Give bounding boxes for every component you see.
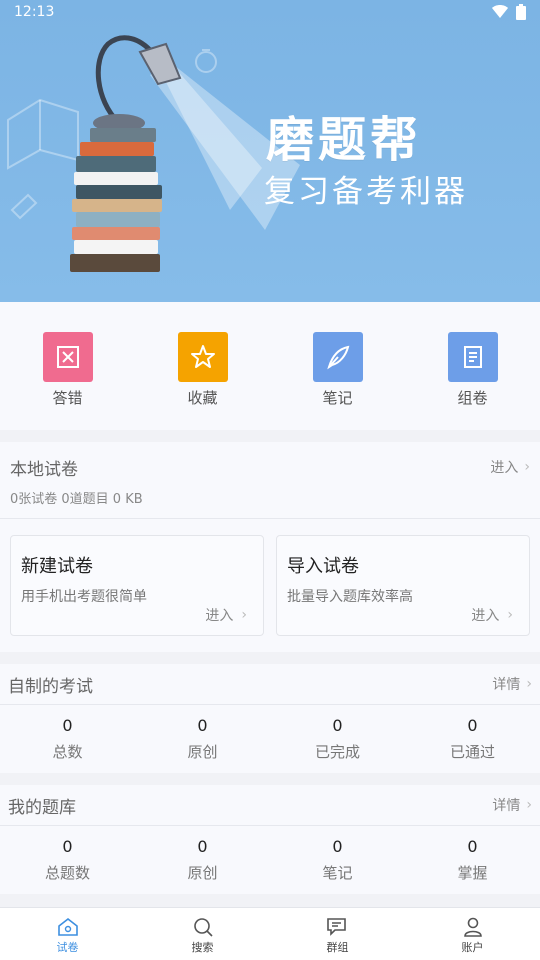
bank-stat-original[interactable]: 0 原创	[135, 826, 270, 894]
stat-value: 0	[62, 716, 73, 735]
my-exams-section: 自制的考试 详情 › 0 总数 0 原创 0 已完成 0 已通过	[0, 664, 540, 773]
chevron-right-icon: ›	[524, 459, 530, 475]
wrong-answers-icon	[42, 332, 93, 382]
new-paper-enter-link[interactable]: 进入 ›	[205, 605, 247, 625]
local-papers-section: 本地试卷 进入 › 0张试卷 0道题目 0 KB 新建试卷 用手机出考题很简单 …	[0, 442, 540, 652]
star-icon	[177, 332, 228, 382]
exam-stat-original[interactable]: 0 原创	[135, 705, 270, 773]
nav-tab-search[interactable]: 搜索	[135, 908, 270, 960]
bank-stat-mastered[interactable]: 0 掌握	[405, 826, 540, 894]
local-papers-enter-label: 进入	[490, 460, 519, 476]
import-paper-card[interactable]: 导入试卷 批量导入题库效率高 进入 ›	[276, 535, 530, 636]
card-title: 导入试卷	[287, 556, 359, 577]
stat-label: 原创	[187, 864, 218, 882]
my-bank-title: 我的题库	[8, 797, 76, 818]
stat-value: 0	[467, 716, 478, 735]
stat-value: 0	[62, 837, 73, 856]
my-bank-section: 我的题库 详情 › 0 总题数 0 原创 0 笔记 0 掌握	[0, 785, 540, 894]
stat-label: 已通过	[449, 743, 495, 761]
chevron-right-icon: ›	[507, 607, 513, 623]
card-title: 新建试卷	[21, 556, 93, 577]
home-icon	[57, 917, 78, 936]
stat-value: 0	[332, 716, 343, 735]
banner-title: 磨题帮	[266, 112, 423, 168]
stat-label: 掌握	[457, 864, 488, 882]
stat-value: 0	[197, 837, 208, 856]
exam-stat-passed[interactable]: 0 已通过	[405, 705, 540, 773]
my-bank-details-label: 详情	[492, 798, 521, 814]
card-desc: 用手机出考题很简单	[21, 589, 147, 605]
exam-stat-total[interactable]: 0 总数	[0, 705, 135, 773]
my-exams-details-label: 详情	[492, 677, 521, 693]
my-exams-title: 自制的考试	[8, 676, 93, 697]
stat-label: 总数	[52, 743, 83, 761]
card-link-label: 进入	[471, 608, 500, 624]
quick-action-wrong[interactable]: 答错	[0, 302, 135, 430]
quick-action-label: 笔记	[322, 389, 353, 407]
nav-tab-account[interactable]: 账户	[405, 908, 540, 960]
my-bank-details-link[interactable]: 详情 ›	[492, 795, 532, 815]
quick-action-label: 答错	[52, 389, 83, 407]
status-time: 12:13	[14, 4, 55, 20]
stat-label: 笔记	[322, 864, 353, 882]
local-papers-title: 本地试卷	[10, 459, 78, 480]
nav-label: 试卷	[56, 941, 79, 954]
nav-label: 群组	[326, 941, 349, 954]
new-paper-card[interactable]: 新建试卷 用手机出考题很简单 进入 ›	[10, 535, 264, 636]
chat-icon	[326, 918, 346, 936]
chevron-right-icon: ›	[526, 676, 532, 692]
nav-label: 搜索	[191, 941, 214, 954]
stat-value: 0	[467, 837, 478, 856]
battery-icon	[516, 4, 526, 20]
chevron-right-icon: ›	[526, 797, 532, 813]
quick-action-compose[interactable]: 组卷	[405, 302, 540, 430]
local-papers-stats: 0张试卷 0道题目 0 KB	[10, 492, 143, 507]
bank-stat-total[interactable]: 0 总题数	[0, 826, 135, 894]
local-papers-enter-link[interactable]: 进入 ›	[490, 457, 530, 477]
quick-action-label: 组卷	[457, 389, 488, 407]
nav-tab-papers[interactable]: 试卷	[0, 908, 135, 960]
bottom-nav: 试卷 搜索 群组 账户	[0, 907, 540, 960]
stat-label: 已完成	[314, 743, 360, 761]
card-desc: 批量导入题库效率高	[287, 589, 413, 605]
status-bar: 12:13	[0, 0, 540, 24]
stat-value: 0	[197, 716, 208, 735]
document-icon	[447, 332, 498, 382]
stat-value: 0	[332, 837, 343, 856]
stat-label: 总题数	[44, 864, 90, 882]
banner-subtitle: 复习备考利器	[264, 174, 468, 210]
user-icon	[463, 917, 482, 937]
wifi-icon	[492, 5, 508, 18]
nav-tab-groups[interactable]: 群组	[270, 908, 405, 960]
banner: 磨题帮 复习备考利器	[0, 0, 540, 302]
quill-icon	[312, 332, 363, 382]
import-paper-enter-link[interactable]: 进入 ›	[471, 605, 513, 625]
chevron-right-icon: ›	[241, 607, 247, 623]
search-icon	[193, 918, 213, 937]
quick-action-favorites[interactable]: 收藏	[135, 302, 270, 430]
quick-actions: 答错 收藏 笔记 组卷	[0, 302, 540, 430]
quick-action-label: 收藏	[187, 389, 218, 407]
nav-label: 账户	[461, 941, 484, 954]
quick-action-notes[interactable]: 笔记	[270, 302, 405, 430]
bank-stat-notes[interactable]: 0 笔记	[270, 826, 405, 894]
stat-label: 原创	[187, 743, 218, 761]
my-exams-details-link[interactable]: 详情 ›	[492, 674, 532, 694]
card-link-label: 进入	[205, 608, 234, 624]
exam-stat-completed[interactable]: 0 已完成	[270, 705, 405, 773]
